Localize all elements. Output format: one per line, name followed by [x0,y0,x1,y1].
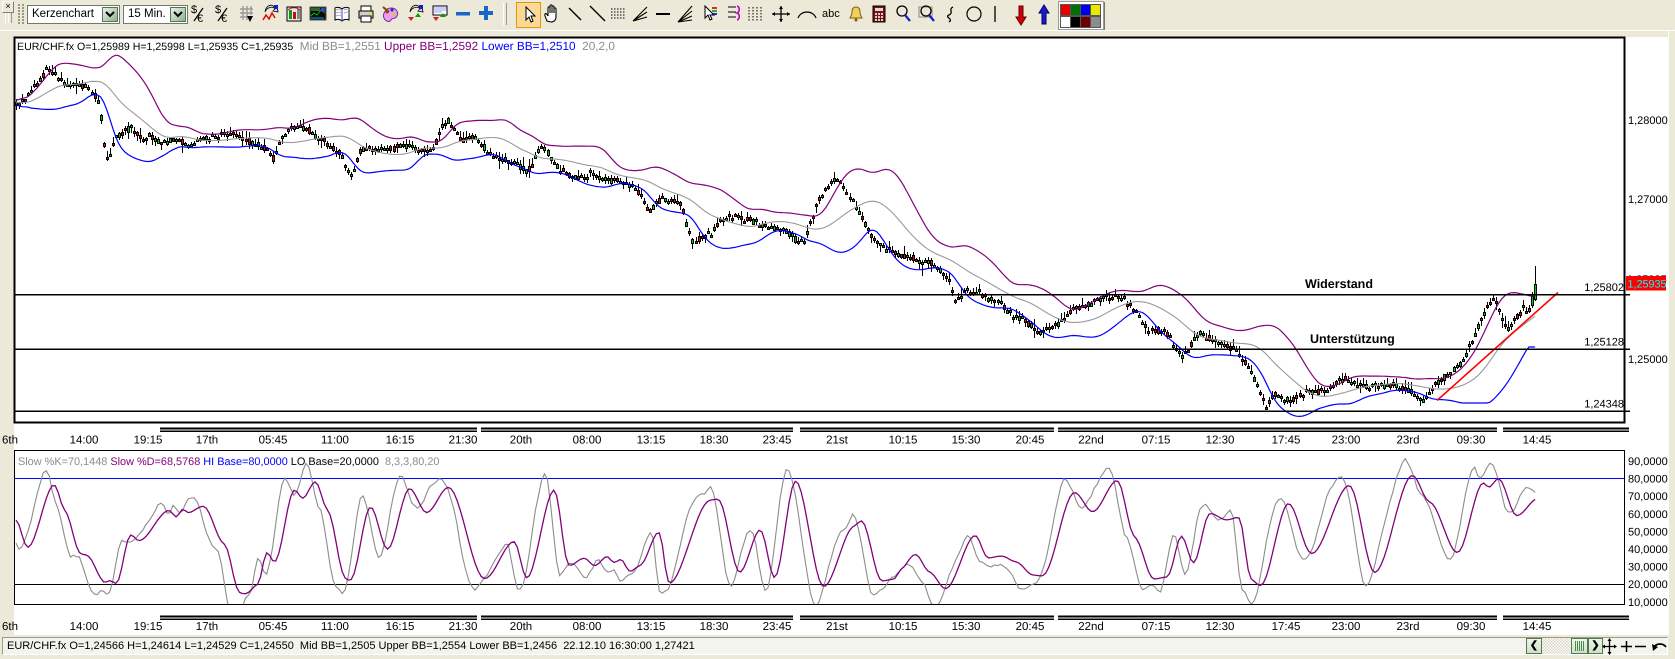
svg-text:15:30: 15:30 [952,435,981,447]
svg-text:21:30: 21:30 [449,435,478,447]
svg-text:23:45: 23:45 [763,435,792,447]
svg-text:17:45: 17:45 [1272,621,1301,633]
svg-text:15:30: 15:30 [952,621,981,633]
svg-text:14:00: 14:00 [70,621,99,633]
svg-text:21st: 21st [826,435,849,447]
svg-text:09:30: 09:30 [1457,621,1486,633]
svg-text:20:45: 20:45 [1016,435,1045,447]
svg-text:23:00: 23:00 [1332,621,1361,633]
svg-text:07:15: 07:15 [1142,621,1171,633]
svg-text:14:45: 14:45 [1523,435,1552,447]
svg-text:14:45: 14:45 [1523,621,1552,633]
svg-text:23rd: 23rd [1396,621,1419,633]
svg-text:20th: 20th [510,435,532,447]
svg-text:1,25935: 1,25935 [1628,279,1667,291]
svg-text:Widerstand: Widerstand [1305,277,1373,291]
svg-text:17:45: 17:45 [1272,435,1301,447]
svg-text:11:00: 11:00 [321,621,349,633]
svg-text:12:30: 12:30 [1206,435,1235,447]
svg-text:21st: 21st [826,621,849,633]
svg-text:20:45: 20:45 [1016,621,1045,633]
svg-text:60,0000: 60,0000 [1628,509,1668,521]
svg-text:14:00: 14:00 [70,435,99,447]
svg-text:80,0000: 80,0000 [1628,474,1668,486]
svg-text:Unterstützung: Unterstützung [1310,332,1395,346]
svg-text:23:00: 23:00 [1332,435,1361,447]
svg-text:10:15: 10:15 [889,435,918,447]
svg-text:13:15: 13:15 [637,435,666,447]
svg-text:21:30: 21:30 [449,621,478,633]
svg-text:22nd: 22nd [1078,435,1104,447]
svg-text:70,0000: 70,0000 [1628,491,1668,503]
svg-text:16:15: 16:15 [386,435,415,447]
svg-text:08:00: 08:00 [573,621,602,633]
svg-text:6th: 6th [2,621,18,633]
svg-text:6th: 6th [2,435,18,447]
svg-text:17th: 17th [196,435,218,447]
svg-text:05:45: 05:45 [259,435,288,447]
svg-text:1,25128: 1,25128 [1584,337,1624,349]
svg-text:1,27000: 1,27000 [1628,194,1668,206]
svg-text:19:15: 19:15 [134,621,163,633]
svg-text:12:30: 12:30 [1206,621,1235,633]
svg-text:23rd: 23rd [1396,435,1419,447]
svg-text:22nd: 22nd [1078,621,1104,633]
svg-text:EUR/CHF.fx O=1,25989 H=1,25998: EUR/CHF.fx O=1,25989 H=1,25998 L=1,25935… [17,39,615,53]
svg-text:11:00: 11:00 [321,435,349,447]
svg-text:18:30: 18:30 [700,621,729,633]
svg-text:€: € [197,13,203,24]
svg-text:40,0000: 40,0000 [1628,544,1668,556]
svg-text:1,24348: 1,24348 [1584,399,1624,411]
svg-text:17th: 17th [196,621,218,633]
svg-text:Slow %K=70,1448 Slow %D=68,576: Slow %K=70,1448 Slow %D=68,5768 HI Base=… [18,456,439,468]
svg-text:1,28000: 1,28000 [1628,115,1668,127]
svg-text:90,0000: 90,0000 [1628,456,1668,468]
svg-text:16:15: 16:15 [386,621,415,633]
svg-text:08:00: 08:00 [573,435,602,447]
svg-text:07:15: 07:15 [1142,435,1171,447]
svg-text:abc: abc [822,8,840,20]
svg-text:18:30: 18:30 [700,435,729,447]
svg-text:1,25802: 1,25802 [1584,282,1624,294]
svg-text:23:45: 23:45 [763,621,792,633]
svg-text:10,0000: 10,0000 [1628,597,1668,609]
svg-text:05:45: 05:45 [259,621,288,633]
svg-text:50,0000: 50,0000 [1628,526,1668,538]
svg-text:19:15: 19:15 [134,435,163,447]
svg-text:20,0000: 20,0000 [1628,579,1668,591]
svg-text:09:30: 09:30 [1457,435,1486,447]
svg-text:30,0000: 30,0000 [1628,562,1668,574]
svg-text:10:15: 10:15 [889,621,918,633]
svg-text:1,25000: 1,25000 [1628,354,1668,366]
svg-text:€: € [221,13,227,24]
svg-text:13:15: 13:15 [637,621,666,633]
svg-text:20th: 20th [510,621,532,633]
